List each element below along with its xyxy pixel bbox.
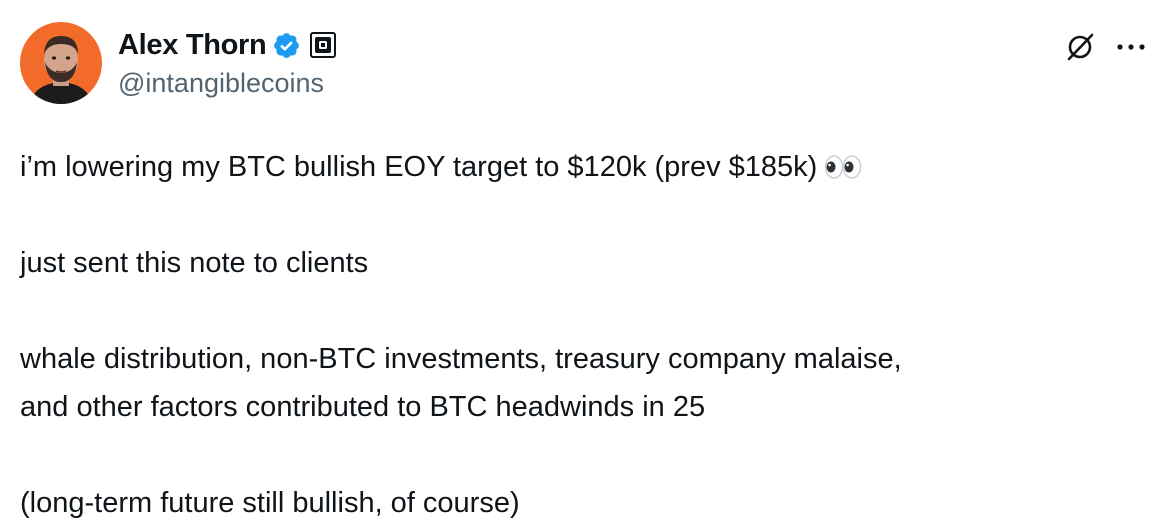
verified-badge-icon[interactable] [272,31,301,60]
eyes-emoji-icon [823,148,863,179]
tweet-card: Alex Thorn @intangiblecoins i’m lowering… [0,0,1162,530]
tweet-line-1-text: i’m lowering my BTC bullish EOY target t… [20,151,818,183]
tweet-line-1: i’m lowering my BTC bullish EOY target t… [20,143,1130,191]
grok-icon[interactable] [1065,32,1095,62]
author-avatar[interactable] [20,22,102,104]
author-display-name[interactable]: Alex Thorn [118,29,267,62]
affiliate-badge-icon[interactable] [310,32,337,58]
author-name-row: Alex Thorn [118,27,337,63]
author-handle[interactable]: @intangiblecoins [118,68,324,99]
tweet-line-3: whale distribution, non-BTC investments,… [20,343,902,375]
avatar-photo-icon [20,22,102,104]
tweet-line-4: and other factors contributed to BTC hea… [20,391,706,423]
tweet-body: i’m lowering my BTC bullish EOY target t… [20,143,1130,527]
tweet-line-2: just sent this note to clients [20,247,369,279]
tweet-line-5: (long-term future still bullish, of cour… [20,487,520,519]
more-options-icon[interactable] [1114,32,1148,62]
